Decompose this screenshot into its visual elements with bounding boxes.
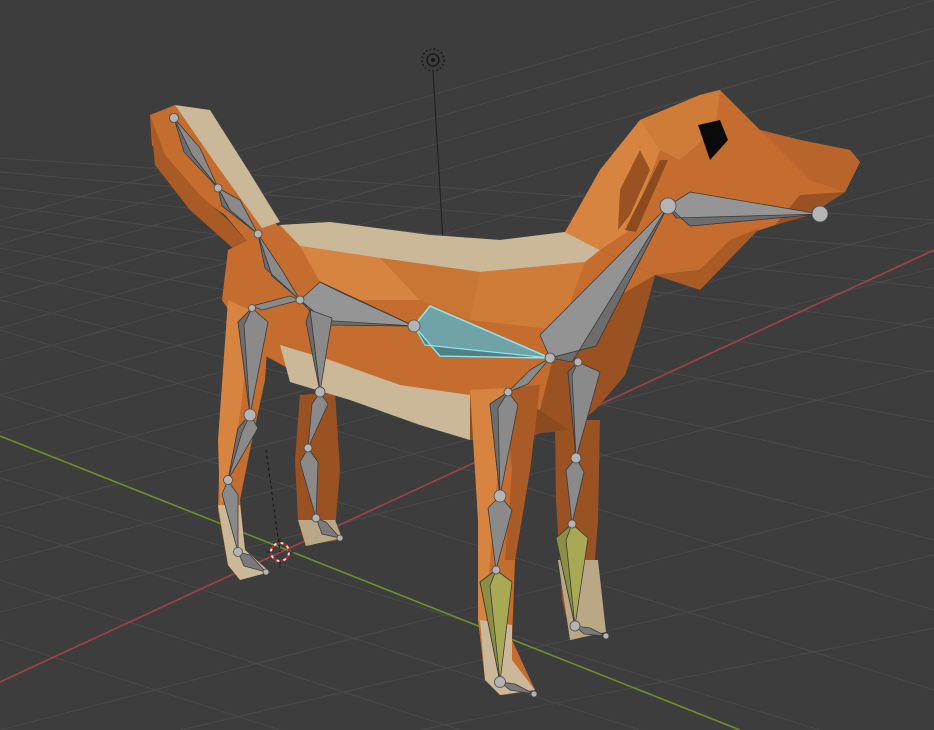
viewport-canvas[interactable] — [0, 0, 934, 730]
armature[interactable] — [169, 113, 829, 698]
3d-cursor-icon[interactable] — [265, 449, 294, 568]
3d-viewport[interactable] — [0, 0, 934, 730]
